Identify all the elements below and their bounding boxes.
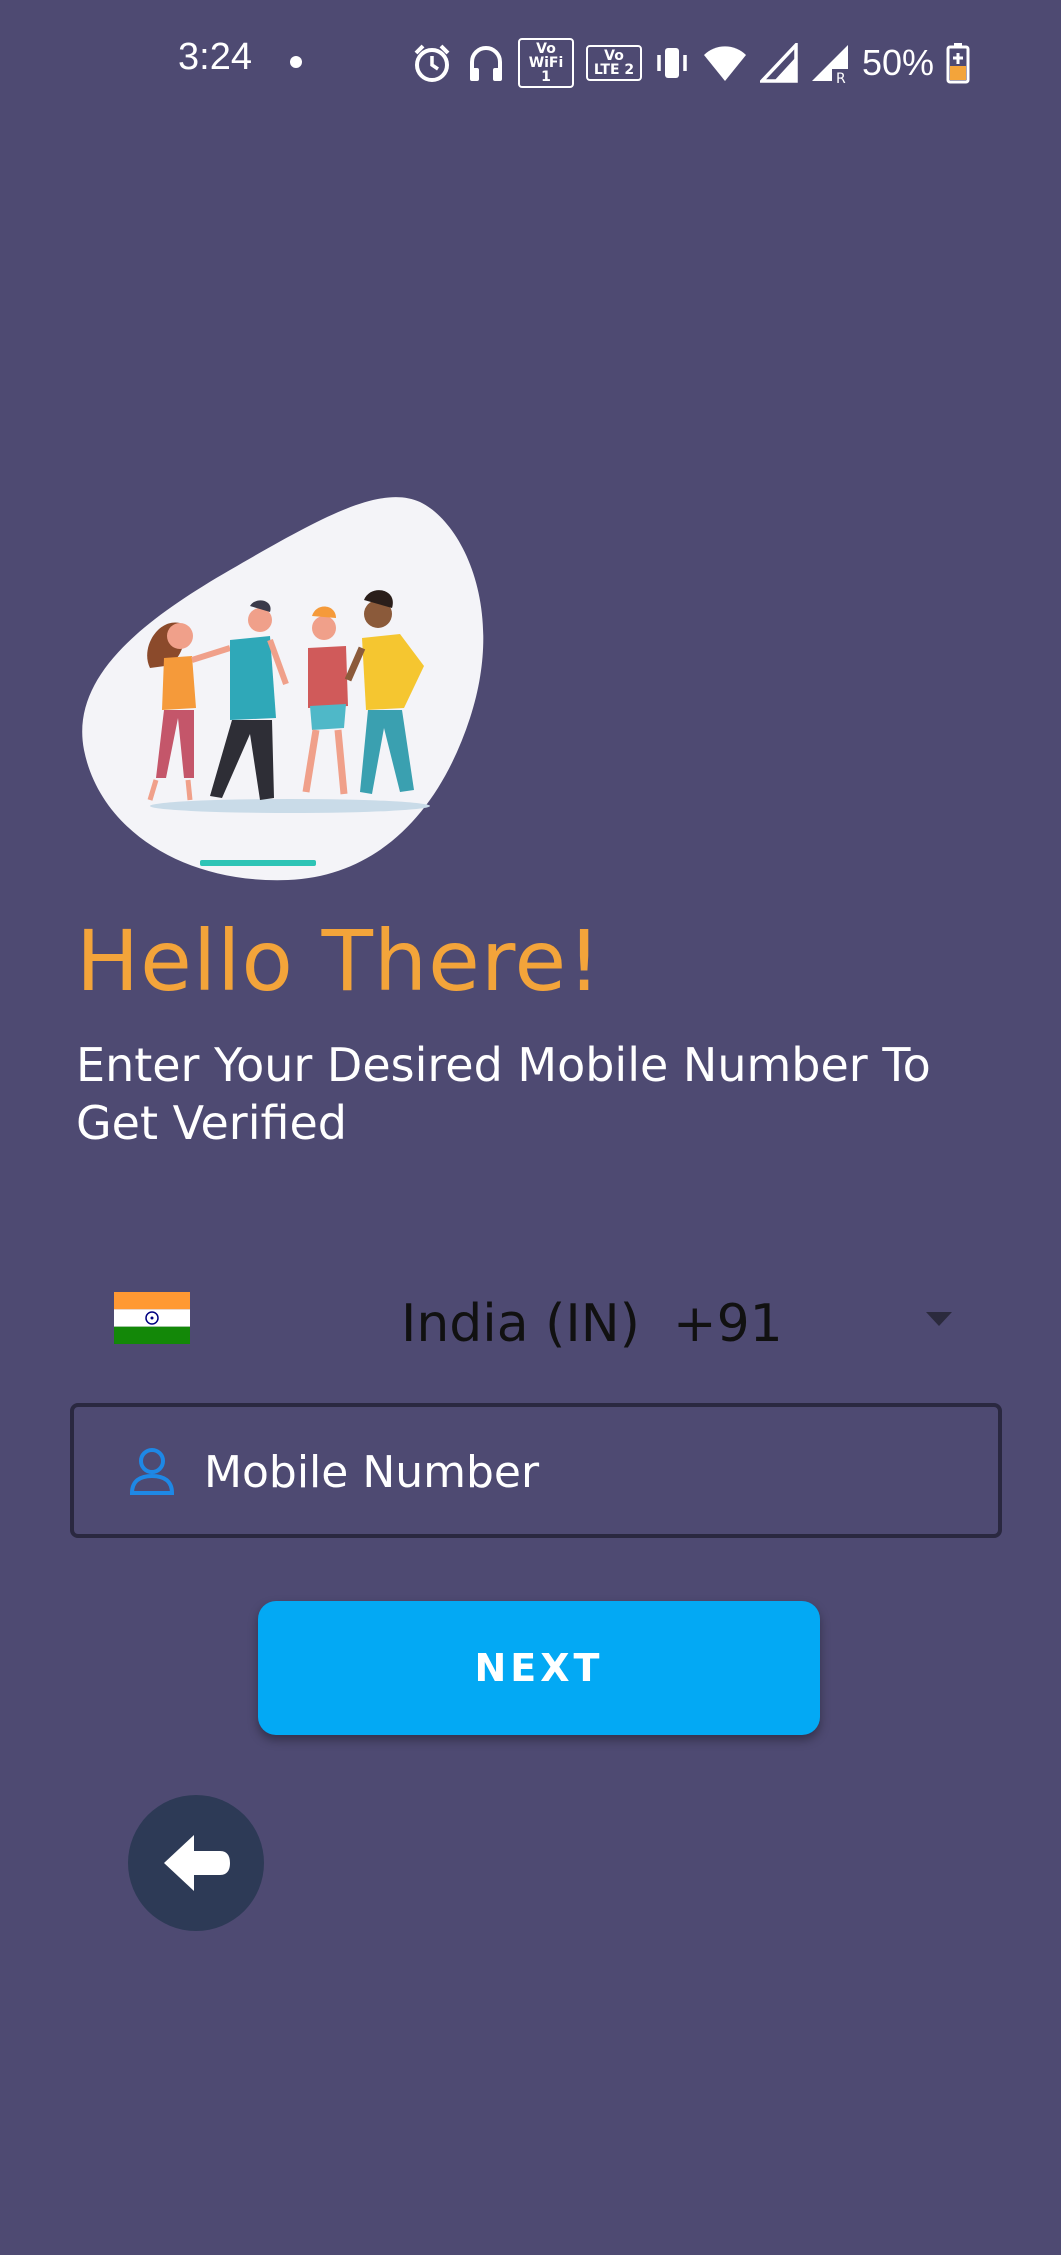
battery-charging-icon [946,43,970,84]
group-of-friends-illustration [82,497,484,881]
svg-text:R: R [836,71,846,83]
signal-icon [760,43,798,83]
alarm-icon [414,44,450,82]
country-picker[interactable]: India (IN) +91 [76,1272,976,1372]
status-bar: 3:24 Vo WiFi 1 Vo LTE 2 R 50% [0,0,1061,128]
status-icons: Vo WiFi 1 Vo LTE 2 R 50% [410,38,970,88]
country-selected: India (IN) +91 [401,1294,783,1354]
battery-percent: 50% [862,42,935,83]
greeting-title: Hello There! [76,912,602,1010]
dropdown-arrow-icon[interactable] [926,1312,952,1326]
vowifi-icon: Vo WiFi 1 [518,38,574,88]
volte-icon: Vo LTE 2 [586,45,642,81]
back-button[interactable] [128,1795,264,1931]
wifi-icon [704,46,746,81]
mobile-number-field[interactable] [70,1403,1002,1538]
mobile-number-input[interactable] [202,1435,966,1509]
status-time: 3:24 [178,36,252,78]
arrow-left-icon [164,1835,230,1891]
next-button[interactable]: NEXT [258,1601,820,1735]
india-flag-icon [114,1292,190,1344]
notification-dot [290,56,302,68]
headphones-icon [470,46,502,81]
subtitle: Enter Your Desired Mobile Number To Get … [76,1038,931,1150]
signal-roaming-icon: R [812,45,848,83]
hero-blob [82,497,484,881]
vibrate-icon [657,48,687,78]
person-icon [129,1448,175,1495]
